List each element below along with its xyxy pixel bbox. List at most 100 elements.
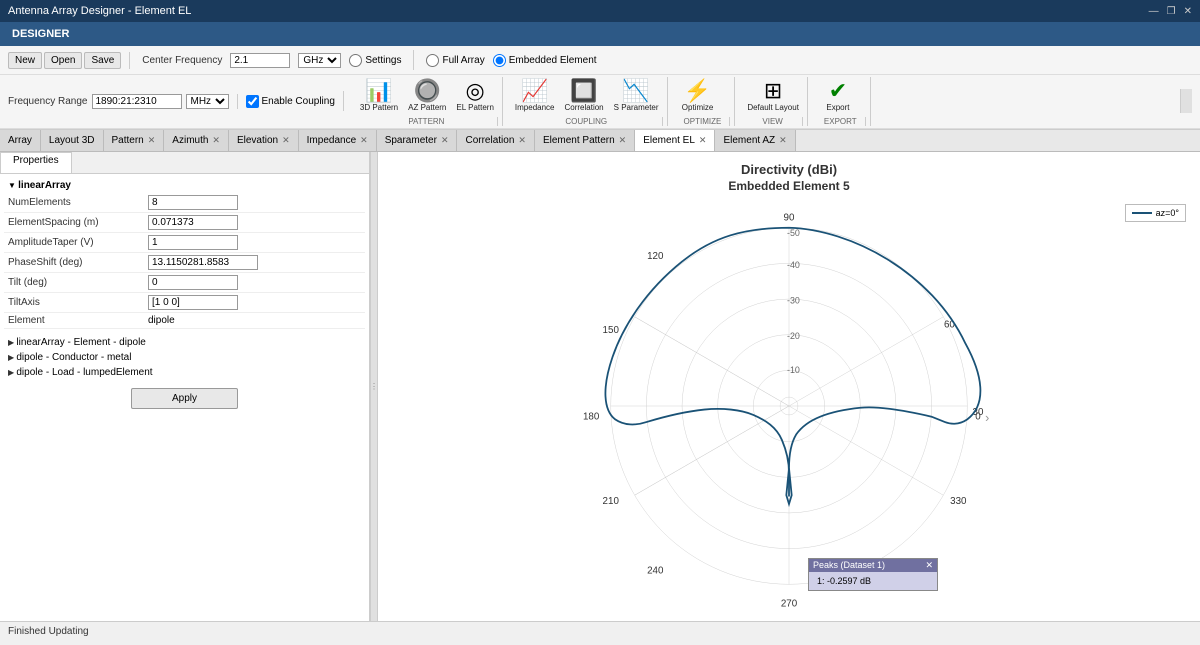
impedance-button[interactable]: 📈 Impedance bbox=[511, 77, 559, 115]
view-section: ⊞ Default Layout VIEW bbox=[739, 77, 808, 126]
default-layout-button[interactable]: ⊞ Default Layout bbox=[743, 77, 803, 115]
close-element-az-tab[interactable]: ✕ bbox=[779, 135, 787, 146]
svg-text:-10: -10 bbox=[787, 365, 800, 375]
tab-element-az[interactable]: Element AZ✕ bbox=[715, 130, 795, 151]
tab-impedance[interactable]: Impedance✕ bbox=[299, 130, 377, 151]
prop-value-numelements[interactable] bbox=[148, 195, 238, 210]
freq-range-section: Frequency Range MHz GHz bbox=[8, 94, 238, 109]
settings-radio[interactable]: Settings bbox=[349, 54, 401, 67]
freq-range-label: Frequency Range bbox=[8, 96, 88, 107]
right-panel: Directivity (dBi) Embedded Element 5 az=… bbox=[378, 152, 1200, 621]
svg-text:-20: -20 bbox=[787, 331, 800, 341]
tab-element-el[interactable]: Element EL✕ bbox=[635, 130, 715, 152]
apply-button[interactable]: Apply bbox=[131, 388, 238, 409]
svg-text:-30: -30 bbox=[787, 295, 800, 305]
svg-text:0: 0 bbox=[975, 411, 981, 422]
close-azimuth-tab[interactable]: ✕ bbox=[212, 135, 220, 146]
tab-sparameter[interactable]: Sparameter✕ bbox=[377, 130, 458, 151]
prop-row-elementspacing: ElementSpacing (m) bbox=[4, 212, 365, 232]
tree-root-lineararray[interactable]: linearArray bbox=[4, 178, 365, 193]
prop-value-tiltaxis[interactable] bbox=[148, 295, 238, 310]
prop-value-elementspacing[interactable] bbox=[148, 215, 238, 230]
tab-pattern[interactable]: Pattern✕ bbox=[104, 130, 165, 151]
tree-children: linearArray - Element - dipole dipole - … bbox=[4, 335, 365, 380]
resize-handle[interactable]: ⋮ bbox=[370, 152, 378, 621]
optimize-button[interactable]: ⚡ Optimize bbox=[676, 77, 720, 115]
tab-elevation[interactable]: Elevation✕ bbox=[229, 130, 299, 151]
status-text: Finished Updating bbox=[8, 626, 89, 637]
peaks-box: Peaks (Dataset 1) ✕ 1: -0.2597 dB bbox=[808, 558, 938, 591]
svg-text:180: 180 bbox=[583, 411, 600, 422]
correlation-button[interactable]: 🔲 Correlation bbox=[561, 77, 608, 115]
close-elem-pattern-tab[interactable]: ✕ bbox=[619, 135, 627, 146]
close-element-el-tab[interactable]: ✕ bbox=[699, 135, 707, 146]
peaks-title: Peaks (Dataset 1) ✕ bbox=[809, 559, 937, 572]
prop-value-phaseshift[interactable] bbox=[148, 255, 258, 270]
properties-tab[interactable]: Properties bbox=[0, 152, 72, 173]
close-impedance-tab[interactable]: ✕ bbox=[360, 135, 368, 146]
tree-item-dipole-conductor[interactable]: dipole - Conductor - metal bbox=[4, 350, 365, 365]
toolbar-sep2 bbox=[343, 91, 344, 111]
close-elevation-tab[interactable]: ✕ bbox=[282, 135, 290, 146]
pattern-el-button[interactable]: ◎ EL Pattern bbox=[452, 77, 498, 115]
pattern-section: 📊 3D Pattern 🔘 AZ Pattern ◎ EL Pattern P… bbox=[352, 77, 503, 126]
prop-row-tiltaxis: TiltAxis bbox=[4, 292, 365, 312]
export-button[interactable]: ✔ Export bbox=[816, 77, 860, 115]
toolbar-sep1 bbox=[413, 50, 414, 70]
tab-array[interactable]: Array bbox=[0, 130, 41, 151]
sparameter-button[interactable]: 📉 S Parameter bbox=[610, 77, 663, 115]
chart-container: -10 -20 -30 -40 -50 90 60 30 0 bbox=[549, 201, 1029, 611]
center-freq-input[interactable] bbox=[230, 53, 290, 68]
prop-row-phaseshift: PhaseShift (deg) bbox=[4, 252, 365, 272]
pattern-3d-button[interactable]: 📊 3D Pattern bbox=[356, 77, 402, 115]
minimize-btn[interactable]: — bbox=[1149, 6, 1159, 17]
freq-range-unit-select[interactable]: MHz GHz bbox=[186, 94, 229, 109]
statusbar: Finished Updating bbox=[0, 621, 1200, 641]
designer-tab[interactable]: DESIGNER bbox=[0, 22, 1200, 46]
file-buttons: New Open Save bbox=[8, 52, 130, 69]
prop-label-numelements: NumElements bbox=[4, 193, 144, 213]
prop-label-amplitudetaper: AmplitudeTaper (V) bbox=[4, 232, 144, 252]
toolbar: New Open Save Center Frequency GHz MHz S… bbox=[0, 46, 1200, 130]
close-btn[interactable]: ✕ bbox=[1184, 6, 1192, 17]
save-button[interactable]: Save bbox=[84, 52, 121, 69]
prop-value-amplitudetaper[interactable] bbox=[148, 235, 238, 250]
left-panel: Properties linearArray NumElements Eleme… bbox=[0, 152, 370, 621]
new-button[interactable]: New bbox=[8, 52, 42, 69]
tab-correlation[interactable]: Correlation✕ bbox=[457, 130, 534, 151]
svg-text:90: 90 bbox=[784, 212, 795, 223]
close-correlation-tab[interactable]: ✕ bbox=[518, 135, 526, 146]
peaks-value: 1: -0.2597 dB bbox=[813, 574, 933, 588]
chevron-right: › bbox=[985, 411, 989, 425]
tab-element-pattern[interactable]: Element Pattern✕ bbox=[535, 130, 635, 151]
tree-item-dipole-load[interactable]: dipole - Load - lumpedElement bbox=[4, 365, 365, 380]
svg-text:210: 210 bbox=[603, 496, 620, 507]
prop-row-tilt: Tilt (deg) bbox=[4, 272, 365, 292]
full-array-radio[interactable]: Full Array bbox=[426, 54, 484, 67]
tab-azimuth[interactable]: Azimuth✕ bbox=[164, 130, 229, 151]
properties-content: linearArray NumElements ElementSpacing (… bbox=[0, 174, 369, 621]
enable-coupling-checkbox[interactable] bbox=[246, 95, 259, 108]
prop-value-tilt[interactable] bbox=[148, 275, 238, 290]
tab-layout3d[interactable]: Layout 3D bbox=[41, 130, 104, 151]
toolbar-row2: Frequency Range MHz GHz Enable Coupling … bbox=[0, 75, 1200, 129]
polar-chart-svg: -10 -20 -30 -40 -50 90 60 30 0 bbox=[549, 201, 1029, 611]
main-content: Properties linearArray NumElements Eleme… bbox=[0, 152, 1200, 621]
coupling-section: 📈 Impedance 🔲 Correlation 📉 S Parameter … bbox=[507, 77, 668, 126]
freq-range-input[interactable] bbox=[92, 94, 182, 109]
restore-btn[interactable]: ❐ bbox=[1167, 6, 1176, 17]
prop-label-tilt: Tilt (deg) bbox=[4, 272, 144, 292]
close-sparameter-tab[interactable]: ✕ bbox=[441, 135, 449, 146]
svg-text:-50: -50 bbox=[787, 228, 800, 238]
enable-coupling-checkbox-label[interactable]: Enable Coupling bbox=[246, 95, 335, 108]
svg-text:240: 240 bbox=[647, 565, 664, 576]
open-button[interactable]: Open bbox=[44, 52, 82, 69]
properties-tabs: Properties bbox=[0, 152, 369, 174]
chart-title: Directivity (dBi) bbox=[741, 162, 837, 177]
tree-item-linear-element[interactable]: linearArray - Element - dipole bbox=[4, 335, 365, 350]
center-freq-unit-select[interactable]: GHz MHz bbox=[298, 53, 341, 68]
close-pattern-tab[interactable]: ✕ bbox=[148, 135, 156, 146]
pattern-az-button[interactable]: 🔘 AZ Pattern bbox=[404, 77, 450, 115]
embedded-element-radio[interactable]: Embedded Element bbox=[493, 54, 597, 67]
peaks-close-btn[interactable]: ✕ bbox=[925, 560, 933, 571]
